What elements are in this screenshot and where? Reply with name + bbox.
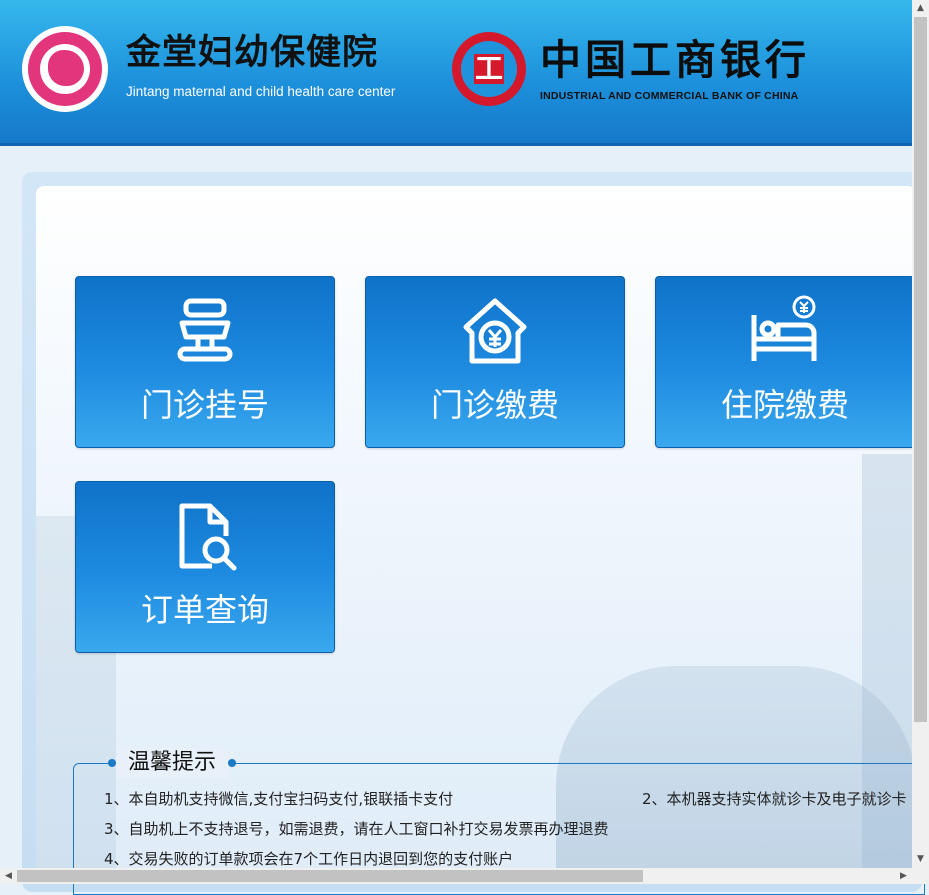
bullet-dot-icon bbox=[108, 759, 116, 767]
horizontal-scrollbar[interactable]: ◀ ▶ bbox=[0, 868, 912, 884]
vertical-scroll-thumb[interactable] bbox=[914, 17, 927, 722]
tile-order-query[interactable]: 订单查询 bbox=[75, 481, 335, 653]
scroll-up-arrow-icon[interactable]: ▲ bbox=[912, 0, 929, 17]
tile-outpatient-payment[interactable]: 门诊缴费 bbox=[365, 276, 625, 448]
tile-label: 住院缴费 bbox=[720, 386, 849, 424]
house-yuan-icon bbox=[366, 295, 624, 369]
bank-name: 中国工商银行 bbox=[540, 36, 810, 84]
tile-outpatient-registration[interactable]: 门诊挂号 bbox=[75, 276, 335, 448]
scrollbar-corner bbox=[912, 868, 929, 884]
tile-label: 门诊挂号 bbox=[140, 386, 269, 424]
hospital-name: 金堂妇幼保健院 bbox=[126, 33, 379, 73]
hospital-name-en: Jintang maternal and child health care c… bbox=[126, 84, 396, 99]
hospital-bed-yuan-icon bbox=[656, 295, 914, 369]
tip-item: 4、交易失败的订单款项会在7个工作日内退回到您的支付账户 bbox=[104, 850, 514, 868]
registration-icon bbox=[76, 295, 334, 369]
header-banner: 金堂妇幼保健院 Jintang maternal and child healt… bbox=[0, 0, 912, 146]
tips-header: 温馨提示 bbox=[108, 748, 237, 778]
horizontal-scroll-thumb[interactable] bbox=[17, 870, 643, 882]
tips-title: 温馨提示 bbox=[116, 748, 229, 778]
document-search-icon bbox=[76, 500, 334, 574]
icbc-logo-glyph: 工 bbox=[474, 52, 503, 85]
tip-item: 1、本自助机支持微信,支付宝扫码支付,银联插卡支付 bbox=[104, 790, 454, 808]
scroll-left-arrow-icon[interactable]: ◀ bbox=[0, 868, 17, 884]
bullet-dot-icon bbox=[228, 759, 237, 767]
scroll-down-arrow-icon[interactable]: ▼ bbox=[912, 851, 929, 868]
tile-label: 门诊缴费 bbox=[430, 386, 559, 424]
bank-name-en: INDUSTRIAL AND COMMERCIAL BANK OF CHINA bbox=[540, 90, 799, 102]
tip-item: 3、自助机上不支持退号，如需退费，请在人工窗口补打交易发票再办理退费 bbox=[104, 820, 609, 838]
scroll-right-arrow-icon[interactable]: ▶ bbox=[895, 868, 912, 884]
tile-label: 订单查询 bbox=[140, 591, 269, 629]
tile-inpatient-payment[interactable]: 住院缴费 bbox=[655, 276, 915, 448]
hospital-logo-icon bbox=[22, 26, 108, 112]
icbc-logo-icon: 工 bbox=[452, 32, 526, 106]
tip-item: 2、本机器支持实体就诊卡及电子就诊卡 bbox=[642, 790, 907, 808]
vertical-scrollbar[interactable]: ▲ ▼ bbox=[912, 0, 929, 868]
